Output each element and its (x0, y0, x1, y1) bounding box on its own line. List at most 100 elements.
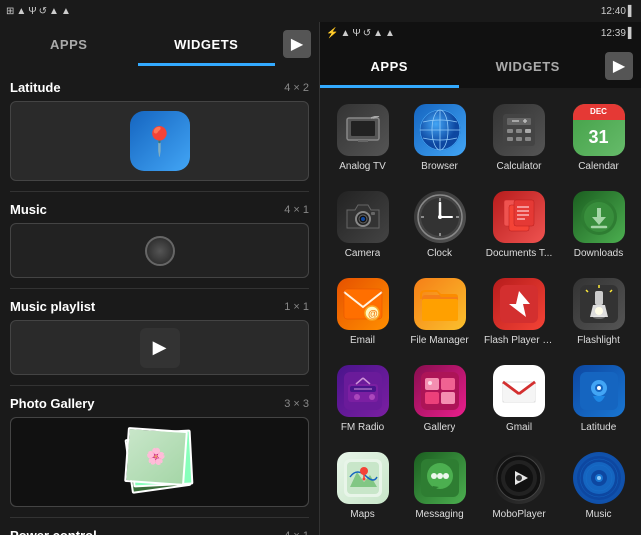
battery-charging-icon: ⚡ (326, 28, 338, 39)
widget-name-playlist: Music playlist (10, 299, 95, 314)
app-item-documents[interactable]: Documents T... (480, 183, 558, 266)
app-item-gmail[interactable]: Gmail (480, 357, 558, 440)
widget-photogallery[interactable]: Photo Gallery 3 × 3 🌸 (0, 390, 319, 513)
app-item-analog-tv[interactable]: Analog TV (326, 96, 399, 179)
app-item-calendar[interactable]: DEC 31 Calendar (562, 96, 635, 179)
app-icon-camera (337, 191, 389, 243)
messaging-icon (414, 452, 466, 504)
app-icon-fmradio (337, 365, 389, 417)
divider-3 (10, 385, 309, 386)
app-item-moboplayer[interactable]: MoboPlayer (480, 444, 558, 527)
widget-powercontrol[interactable]: Power control 4 × 1 📶 ◈ ✛ ↺ ☀ (0, 522, 319, 535)
battery-icon-left: ▌ (628, 6, 635, 17)
left-tab-bar: APPS WIDGETS ▶ (0, 22, 319, 66)
left-status-right: 12:40 ▌ (601, 6, 635, 17)
app-item-latitude[interactable]: Latitude (562, 357, 635, 440)
app-label-camera: Camera (345, 248, 381, 260)
widget-preview-music[interactable] (10, 223, 309, 278)
widget-size-powercontrol: 4 × 1 (284, 530, 309, 535)
app-item-maps[interactable]: Maps (326, 444, 399, 527)
sync-icon-right: ↺ (363, 28, 371, 39)
latitude-icon (573, 365, 625, 417)
app-item-calculator[interactable]: Calculator (480, 96, 558, 179)
photo-stack: 🌸 (120, 427, 200, 497)
tab-widgets-right[interactable]: WIDGETS (459, 44, 598, 88)
filemanager-icon (414, 278, 466, 330)
calendar-header: DEC (573, 104, 625, 120)
app-item-email[interactable]: @ Email (326, 270, 399, 353)
widget-preview-photogallery[interactable]: 🌸 (10, 417, 309, 507)
app-icon-moboplayer (493, 452, 545, 504)
right-store-button[interactable]: ▶ (597, 44, 641, 88)
playlist-play-btn[interactable]: ▶ (140, 328, 180, 368)
app-item-music[interactable]: Music (562, 444, 635, 527)
camera-icon (337, 191, 389, 243)
app-label-browser: Browser (421, 161, 458, 173)
app-item-flashlight[interactable]: Flashlight (562, 270, 635, 353)
app-item-clock[interactable]: Clock (403, 183, 476, 266)
app-label-music: Music (585, 509, 611, 521)
app-icon-latitude (573, 365, 625, 417)
app-icon-analog-tv (337, 104, 389, 156)
calendar-icon: DEC 31 (573, 104, 625, 156)
right-status-icons: ⚡ ▲ Ψ ↺ ▲ ▲ (326, 28, 395, 39)
right-time: 12:39 (601, 28, 626, 39)
tab-widgets-left[interactable]: WIDGETS (138, 22, 276, 66)
wifi-icon: ▲ (16, 6, 26, 17)
grid-icon: ⊞ (6, 6, 14, 17)
alert2-icon: ▲ (61, 6, 71, 17)
app-item-gallery[interactable]: Gallery (403, 357, 476, 440)
browser-icon (414, 104, 466, 156)
flashplayer-icon (493, 278, 545, 330)
store-icon-left: ▶ (283, 30, 311, 58)
widget-size-playlist: 1 × 1 (284, 301, 309, 313)
widget-playlist[interactable]: Music playlist 1 × 1 ▶ (0, 293, 319, 381)
left-status-bar: ⊞ ▲ Ψ ↺ ▲ ▲ 12:40 ▌ (0, 0, 641, 22)
tab-apps-left[interactable]: APPS (0, 22, 138, 66)
app-label-moboplayer: MoboPlayer (492, 509, 545, 521)
app-label-calendar: Calendar (578, 161, 619, 173)
app-item-downloads[interactable]: Downloads (562, 183, 635, 266)
music-widget-content (11, 224, 308, 277)
calculator-icon (493, 104, 545, 156)
app-grid: Analog TV (324, 94, 637, 529)
tab-apps-right[interactable]: APPS (320, 44, 459, 88)
widget-preview-playlist[interactable]: ▶ (10, 320, 309, 375)
app-label-analog-tv: Analog TV (339, 161, 386, 173)
music-knob (145, 236, 175, 266)
downloads-icon (573, 191, 625, 243)
main-content: APPS WIDGETS ▶ Latitude 4 × 2 📍 (0, 22, 641, 535)
widget-size-music: 4 × 1 (284, 204, 309, 216)
app-label-messaging: Messaging (415, 509, 463, 521)
app-item-flashplayer[interactable]: Flash Player S... (480, 270, 558, 353)
svg-text:@: @ (368, 309, 378, 320)
app-item-browser[interactable]: Browser (403, 96, 476, 179)
left-store-button[interactable]: ▶ (275, 22, 319, 66)
widget-latitude[interactable]: Latitude 4 × 2 📍 (0, 74, 319, 187)
app-label-flashlight: Flashlight (577, 335, 620, 347)
usb-icon-right: Ψ (352, 28, 360, 39)
documents-icon (493, 191, 545, 243)
app-label-gmail: Gmail (506, 422, 532, 434)
photo-card-3: 🌸 (124, 427, 188, 486)
left-scroll-area[interactable]: Latitude 4 × 2 📍 Music 4 × 1 (0, 66, 319, 535)
app-icon-calculator (493, 104, 545, 156)
widget-music[interactable]: Music 4 × 1 (0, 196, 319, 284)
right-scroll-area[interactable]: Analog TV (320, 88, 641, 535)
left-status-icons: ⊞ ▲ Ψ ↺ ▲ ▲ (6, 6, 71, 17)
flashlight-icon (573, 278, 625, 330)
app-item-messaging[interactable]: Messaging (403, 444, 476, 527)
app-icon-gmail (493, 365, 545, 417)
store-icon-right: ▶ (605, 52, 633, 80)
app-icon-filemanager (414, 278, 466, 330)
app-label-latitude: Latitude (581, 422, 617, 434)
app-item-camera[interactable]: Camera (326, 183, 399, 266)
photogallery-content: 🌸 (11, 418, 308, 506)
app-item-filemanager[interactable]: File Manager (403, 270, 476, 353)
alert-icon: ▲ (49, 6, 59, 17)
app-item-fmradio[interactable]: FM Radio (326, 357, 399, 440)
widget-preview-latitude[interactable]: 📍 (10, 101, 309, 181)
moboplayer-icon (493, 452, 545, 504)
clock-icon (414, 191, 466, 243)
app-icon-flashplayer (493, 278, 545, 330)
